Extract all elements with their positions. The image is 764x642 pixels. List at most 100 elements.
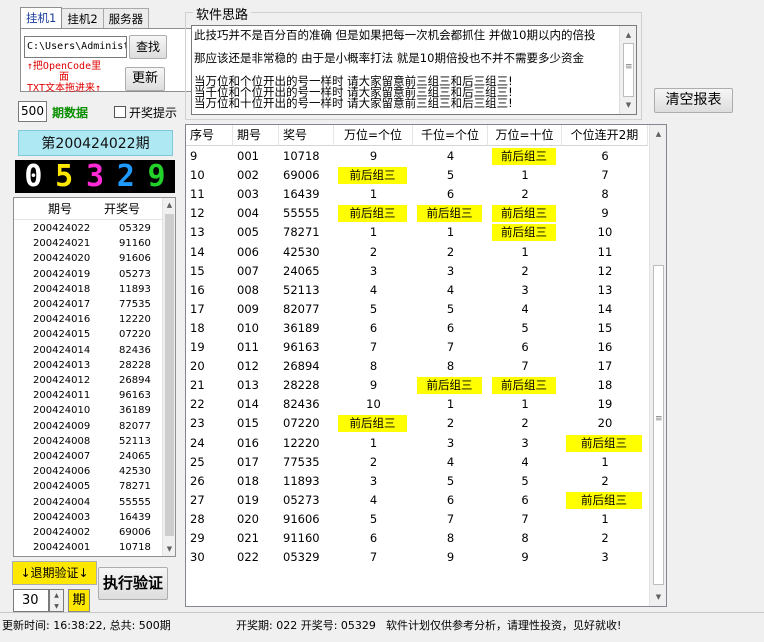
table-cell[interactable]: 7 [488,358,562,375]
table-cell[interactable]: 12 [562,263,648,280]
table-cell[interactable]: 11 [562,244,648,261]
list-item[interactable]: 200424016 12220 [14,312,164,327]
table-cell[interactable]: 13 [186,224,233,241]
table-cell[interactable]: 27 [186,492,233,509]
table-cell[interactable]: 17 [562,358,648,375]
history-list[interactable]: 期号 开奖号 200424022 05329 200424021 91160 20042… [13,197,176,557]
table-cell[interactable]: 7 [334,549,413,566]
table-cell[interactable]: 6 [413,492,488,509]
table-cell[interactable]: 2 [488,415,562,432]
execute-verify-button[interactable]: 执行验证 [98,567,168,600]
table-cell[interactable]: 28 [186,511,233,528]
table-cell[interactable]: 013 [233,377,279,394]
list-item[interactable]: 200424022 05329 [14,221,164,236]
table-cell[interactable]: 16 [562,339,648,356]
table-cell[interactable]: 19 [562,396,648,413]
table-cell[interactable]: 1 [334,435,413,452]
highlight-cell[interactable]: 前后组三 [417,205,482,223]
highlight-cell[interactable]: 前后组三 [492,224,556,242]
table-cell[interactable]: 21 [186,377,233,394]
table-cell[interactable]: 5 [334,301,413,318]
table-cell[interactable]: 6 [413,320,488,337]
list-item[interactable]: 200424011 96163 [14,388,164,403]
table-cell[interactable]: 9 [334,148,413,165]
list-item[interactable]: 200424012 26894 [14,373,164,388]
table-cell[interactable]: 10 [334,396,413,413]
find-button[interactable]: 查找 [129,35,167,59]
table-cell[interactable]: 3 [334,263,413,280]
table-cell[interactable]: 6 [562,148,648,165]
table-cell[interactable]: 016 [233,435,279,452]
table-cell[interactable]: 022 [233,549,279,566]
grid-scroll-thumb[interactable] [653,265,664,585]
highlight-cell[interactable]: 前后组三 [566,491,642,509]
grid-header-index[interactable]: 序号 [186,125,233,146]
table-cell[interactable]: 5 [413,301,488,318]
table-cell[interactable]: 020 [233,511,279,528]
highlight-cell[interactable]: 前后组三 [492,377,556,395]
table-cell[interactable]: 1 [413,224,488,241]
history-scroll-thumb[interactable] [165,214,174,536]
table-cell[interactable]: 002 [233,167,279,184]
report-grid[interactable]: ▲ ▼ 序号期号奖号万位=个位千位=个位万位=十位个位连开2期900110718… [185,124,667,607]
list-item[interactable]: 200424003 16439 [14,510,164,525]
table-cell[interactable]: 2 [413,415,488,432]
table-cell[interactable]: 004 [233,205,279,222]
table-cell[interactable]: 36189 [279,320,334,337]
table-cell[interactable]: 22 [186,396,233,413]
list-item[interactable]: 200424009 82077 [14,419,164,434]
table-cell[interactable]: 07220 [279,415,334,432]
table-cell[interactable]: 16 [186,282,233,299]
table-cell[interactable]: 05273 [279,492,334,509]
table-cell[interactable]: 69006 [279,167,334,184]
table-cell[interactable]: 05329 [279,549,334,566]
highlight-cell[interactable]: 前后组三 [338,415,407,433]
table-cell[interactable]: 14 [186,244,233,261]
list-item[interactable]: 200424019 05273 [14,267,164,282]
table-cell[interactable]: 15 [562,320,648,337]
table-cell[interactable]: 3 [413,435,488,452]
list-item[interactable]: 200424021 91160 [14,236,164,251]
back-verify-button[interactable]: ↓退期验证↓ [12,561,97,585]
scroll-up-icon[interactable]: ▲ [650,127,666,141]
table-cell[interactable]: 9 [186,148,233,165]
table-cell[interactable]: 15 [186,263,233,280]
list-item[interactable]: 200424004 55555 [14,495,164,510]
history-scrollbar[interactable]: ▲ ▼ [162,198,175,556]
table-cell[interactable]: 20 [186,358,233,375]
table-cell[interactable]: 008 [233,282,279,299]
table-cell[interactable]: 19 [186,339,233,356]
scroll-up-icon[interactable]: ▲ [163,198,175,212]
table-cell[interactable]: 16439 [279,186,334,203]
table-cell[interactable]: 78271 [279,224,334,241]
highlight-cell[interactable]: 前后组三 [417,377,482,395]
table-cell[interactable]: 8 [413,358,488,375]
period-spin-input[interactable]: 30 [13,589,49,612]
table-cell[interactable]: 2 [334,454,413,471]
table-cell[interactable]: 010 [233,320,279,337]
tab-hangup-2[interactable]: 挂机2 [61,8,104,29]
table-cell[interactable]: 26894 [279,358,334,375]
table-cell[interactable]: 018 [233,473,279,490]
table-cell[interactable]: 6 [334,530,413,547]
table-cell[interactable]: 6 [488,339,562,356]
table-cell[interactable]: 30 [186,549,233,566]
table-cell[interactable]: 005 [233,224,279,241]
table-cell[interactable]: 5 [413,167,488,184]
table-cell[interactable]: 6 [488,492,562,509]
table-cell[interactable]: 14 [562,301,648,318]
scroll-up-icon[interactable]: ▲ [620,28,636,42]
table-cell[interactable]: 13 [562,282,648,299]
grid-header-number[interactable]: 奖号 [279,125,334,146]
table-cell[interactable]: 55555 [279,205,334,222]
table-cell[interactable]: 009 [233,301,279,318]
table-cell[interactable]: 9 [413,549,488,566]
table-cell[interactable]: 1 [488,167,562,184]
table-cell[interactable]: 5 [488,473,562,490]
table-cell[interactable]: 26 [186,473,233,490]
table-cell[interactable]: 20 [562,415,648,432]
table-cell[interactable]: 29 [186,530,233,547]
table-cell[interactable]: 4 [334,492,413,509]
table-cell[interactable]: 012 [233,358,279,375]
list-item[interactable]: 200424014 82436 [14,343,164,358]
